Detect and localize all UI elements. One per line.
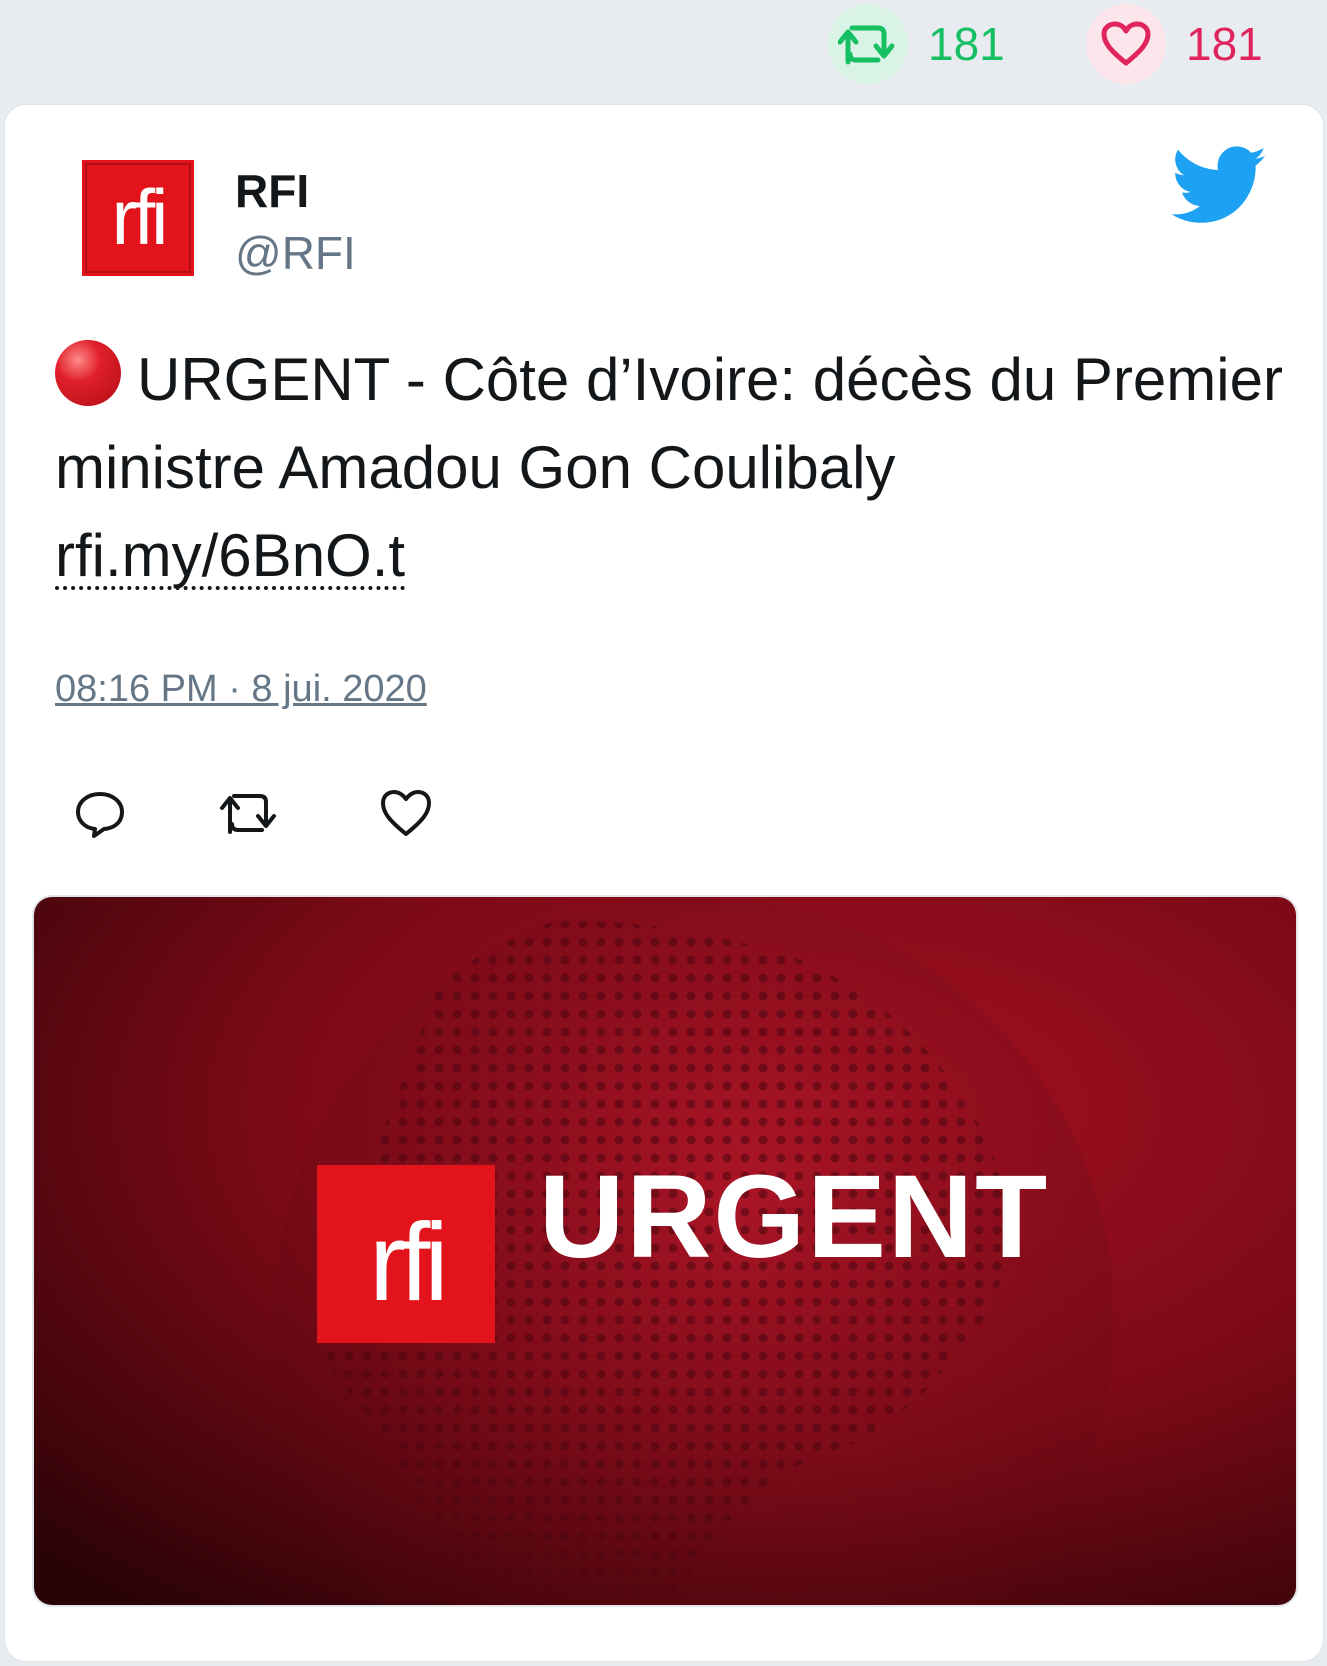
retweet-action-icon[interactable] <box>218 786 276 842</box>
avatar[interactable]: rfi <box>82 160 194 276</box>
reply-icon[interactable] <box>72 786 128 842</box>
like-action-icon[interactable] <box>378 786 434 842</box>
heart-icon[interactable] <box>1086 4 1166 84</box>
tweet-text: URGENT - Côte d’Ivoire: décès du Premier… <box>55 336 1295 600</box>
media-headline: URGENT <box>539 1151 1050 1283</box>
tweet-timestamp[interactable]: 08:16 PM · 8 jui. 2020 <box>55 668 427 711</box>
author-name[interactable]: RFI <box>235 164 309 218</box>
retweet-count: 181 <box>928 18 1005 70</box>
tweet-body: URGENT - Côte d’Ivoire: décès du Premier… <box>55 346 1283 501</box>
media-logo-text: rfi <box>369 1201 449 1324</box>
tweet-link[interactable]: rfi.my/6BnO.t <box>55 526 406 590</box>
like-count: 181 <box>1186 18 1263 70</box>
avatar-logo-text: rfi <box>111 173 169 261</box>
rfi-logo: rfi <box>317 1165 495 1343</box>
author-handle[interactable]: @RFI <box>235 226 356 280</box>
retweet-stat[interactable]: 181 <box>828 4 1005 84</box>
twitter-bird-icon[interactable] <box>1171 146 1268 226</box>
top-stats-bar: 181 181 <box>0 0 1327 100</box>
tweet-media-image[interactable]: rfi URGENT <box>32 895 1298 1607</box>
like-stat[interactable]: 181 <box>1086 4 1263 84</box>
red-circle-icon <box>55 340 121 406</box>
retweet-icon[interactable] <box>828 4 908 84</box>
